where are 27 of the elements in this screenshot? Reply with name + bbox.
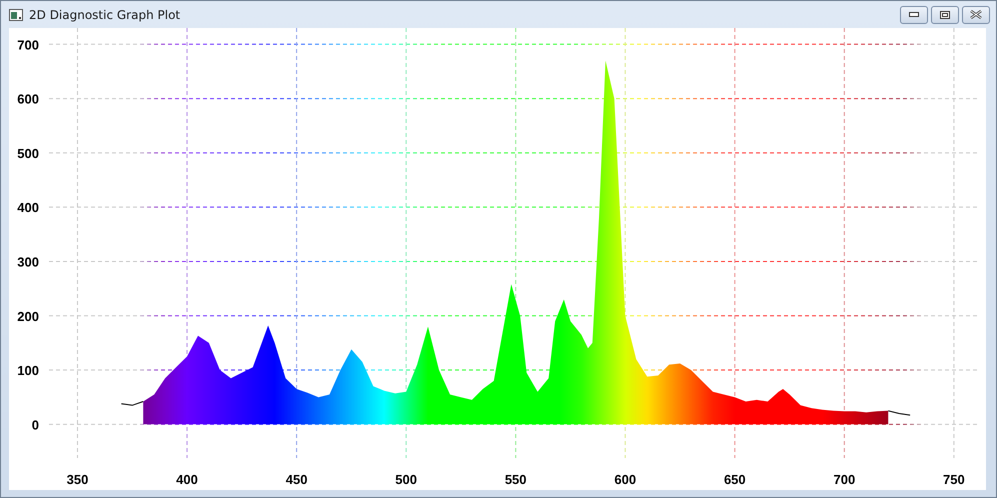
x-tick-label: 350 xyxy=(66,472,88,487)
x-tick-label: 750 xyxy=(943,472,965,487)
app-icon xyxy=(9,8,23,20)
x-tick-label: 650 xyxy=(724,472,746,487)
x-tick-label: 400 xyxy=(176,472,198,487)
x-tick-label: 550 xyxy=(504,472,527,487)
restore-icon xyxy=(940,10,950,18)
x-tick-label: 600 xyxy=(614,472,636,487)
y-tick-label: 600 xyxy=(17,92,39,107)
window-title: 2D Diagnostic Graph Plot xyxy=(29,8,180,22)
y-tick-label: 200 xyxy=(17,308,39,324)
y-tick-label: 700 xyxy=(17,37,39,52)
y-tick-label: 500 xyxy=(17,146,39,161)
minimize-icon xyxy=(909,12,919,18)
spectrum-line xyxy=(120,401,144,406)
close-button[interactable] xyxy=(962,6,990,24)
y-tick-label: 100 xyxy=(17,363,39,378)
x-tick-label: 500 xyxy=(395,472,417,487)
y-tick-label: 400 xyxy=(17,200,39,216)
close-icon xyxy=(970,10,982,19)
minimize-button[interactable] xyxy=(900,6,928,24)
spectrum-line xyxy=(888,410,911,416)
x-tick-label: 700 xyxy=(834,472,856,487)
y-tick-label: 0 xyxy=(32,417,39,432)
maximize-button[interactable] xyxy=(931,6,959,24)
x-tick-label: 450 xyxy=(286,472,308,487)
y-tick-label: 300 xyxy=(17,254,39,270)
